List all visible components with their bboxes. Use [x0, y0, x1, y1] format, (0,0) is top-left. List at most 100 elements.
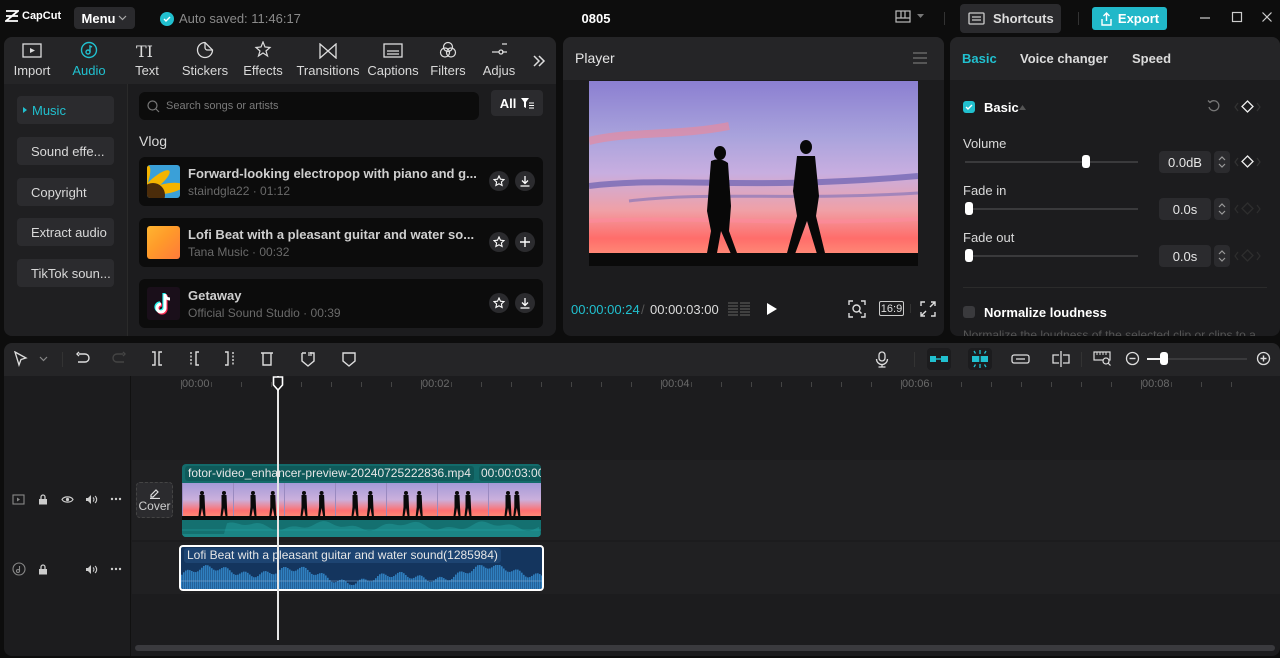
shield-icon[interactable] [342, 351, 356, 367]
play-icon[interactable] [766, 302, 778, 316]
speaker-icon[interactable] [85, 494, 98, 505]
minimize-button[interactable] [1199, 10, 1211, 24]
nav-tiktok-sounds[interactable]: TikTok soun... [17, 259, 114, 287]
more-tabs-button[interactable] [524, 37, 554, 84]
next-keyframe-icon[interactable] [1256, 102, 1261, 112]
playhead[interactable] [277, 376, 279, 640]
close-button[interactable] [1261, 10, 1273, 24]
link-icon[interactable] [1011, 354, 1030, 364]
keyframe-diamond-icon[interactable] [1241, 100, 1254, 113]
volume-slider[interactable] [965, 155, 1138, 168]
song-item[interactable]: Lofi Beat with a pleasant guitar and wat… [139, 218, 543, 267]
zoom-to-fit-timeline-icon[interactable] [1093, 351, 1112, 366]
fullscreen-icon[interactable] [920, 301, 936, 317]
audio-clip[interactable]: Lofi Beat with a pleasant guitar and wat… [179, 545, 544, 591]
song-item[interactable]: Forward-looking electropop with piano an… [139, 157, 543, 206]
auto-snap-toggle[interactable] [968, 348, 992, 370]
select-cursor-icon[interactable] [14, 351, 28, 367]
cover-button[interactable]: Cover [136, 482, 173, 518]
basic-section-checkbox[interactable] [963, 101, 975, 113]
hamburger-menu-icon[interactable] [913, 52, 927, 64]
more-options-icon[interactable] [110, 567, 122, 571]
nav-copyright[interactable]: Copyright [17, 178, 114, 206]
slider-knob[interactable] [965, 202, 973, 215]
maximize-button[interactable] [1231, 10, 1243, 24]
favorite-button[interactable] [489, 293, 509, 313]
video-clip[interactable]: fotor-video_enhancer-preview-20240725222… [182, 464, 541, 537]
timeline-zoom-slider[interactable] [1147, 352, 1247, 365]
audio-clip-name: Lofi Beat with a pleasant guitar and wat… [184, 548, 501, 563]
microphone-icon[interactable] [875, 351, 889, 368]
shortcuts-button[interactable]: Shortcuts [960, 4, 1061, 33]
delete-icon[interactable] [260, 351, 274, 366]
tab-effects[interactable]: Effects [234, 37, 292, 84]
video-preview[interactable] [589, 81, 918, 266]
download-button[interactable] [515, 171, 535, 191]
favorite-button[interactable] [489, 171, 509, 191]
song-item[interactable]: Getaway Official Sound Studio · 00:39 [139, 279, 543, 328]
reset-icon[interactable] [1207, 99, 1221, 113]
lock-icon[interactable] [38, 563, 48, 575]
collapse-caret-icon[interactable] [1019, 105, 1026, 110]
tab-voice-changer[interactable]: Voice changer [1020, 51, 1108, 66]
main-track-magnet-toggle[interactable] [927, 348, 951, 370]
tab-adjust[interactable]: Adjus [474, 37, 524, 84]
speaker-icon[interactable] [85, 564, 98, 575]
fade-in-slider[interactable] [965, 202, 1138, 215]
favorite-button[interactable] [489, 232, 509, 252]
tab-audio[interactable]: Audio [60, 37, 118, 84]
lock-icon[interactable] [38, 493, 48, 505]
undo-icon[interactable] [75, 351, 90, 366]
zoom-in-icon[interactable] [1256, 351, 1271, 366]
fade-in-stepper[interactable] [1214, 198, 1230, 220]
chevron-down-icon[interactable] [39, 356, 48, 362]
player-title: Player [575, 50, 615, 66]
add-to-timeline-button[interactable] [515, 232, 535, 252]
layout-button[interactable] [895, 10, 924, 23]
keyboard-icon [968, 12, 985, 25]
timeline-ruler[interactable]: 00:00 00:02 00:04 00:06 00:08 [132, 376, 1280, 394]
split-right-icon[interactable] [223, 351, 237, 366]
split-icon[interactable] [150, 351, 164, 366]
next-keyframe-icon[interactable] [1256, 157, 1261, 167]
preview-axis-icon[interactable] [1052, 351, 1070, 367]
prev-keyframe-icon[interactable] [1234, 157, 1239, 167]
nav-sound-effects[interactable]: Sound effe... [17, 137, 114, 165]
tab-transitions[interactable]: Transitions [292, 37, 364, 84]
slider-knob[interactable] [1082, 155, 1091, 168]
export-button[interactable]: Export [1092, 7, 1167, 30]
tab-captions[interactable]: Captions [364, 37, 422, 84]
slider-knob[interactable] [965, 249, 973, 262]
playhead-handle-icon[interactable] [272, 376, 284, 391]
tab-filters[interactable]: Filters [422, 37, 474, 84]
filter-button[interactable]: All [491, 90, 543, 116]
fade-out-value-input[interactable]: 0.0s [1159, 245, 1211, 267]
tab-text[interactable]: TI Text [118, 37, 176, 84]
normalize-loudness-checkbox[interactable] [963, 306, 975, 318]
fade-in-value-input[interactable]: 0.0s [1159, 198, 1211, 220]
aspect-ratio-button[interactable]: 16:9 [879, 301, 904, 316]
tab-speed[interactable]: Speed [1132, 51, 1171, 66]
zoom-fit-icon[interactable] [848, 300, 866, 318]
search-input[interactable]: Search songs or artists [139, 92, 479, 120]
download-button[interactable] [515, 293, 535, 313]
fade-out-slider[interactable] [965, 249, 1138, 262]
nav-extract-audio[interactable]: Extract audio [17, 218, 114, 246]
fade-out-stepper[interactable] [1214, 245, 1230, 267]
zoom-slider-knob[interactable] [1160, 352, 1169, 365]
nav-music[interactable]: Music [17, 96, 114, 124]
timeline-horizontal-scrollbar[interactable] [135, 645, 1275, 651]
zoom-out-icon[interactable] [1125, 351, 1140, 366]
timecode-separator: / [641, 302, 645, 317]
volume-stepper[interactable] [1214, 151, 1230, 173]
keyframe-diamond-icon[interactable] [1241, 155, 1254, 168]
shield-freeze-icon[interactable] [301, 351, 315, 367]
prev-keyframe-icon[interactable] [1234, 102, 1239, 112]
tab-import[interactable]: Import [4, 37, 60, 84]
split-left-icon[interactable] [187, 351, 201, 366]
tab-stickers[interactable]: Stickers [176, 37, 234, 84]
tab-basic[interactable]: Basic [962, 51, 997, 66]
more-options-icon[interactable] [110, 497, 122, 501]
volume-value-input[interactable]: 0.0dB [1159, 151, 1211, 173]
eye-icon[interactable] [61, 495, 74, 504]
